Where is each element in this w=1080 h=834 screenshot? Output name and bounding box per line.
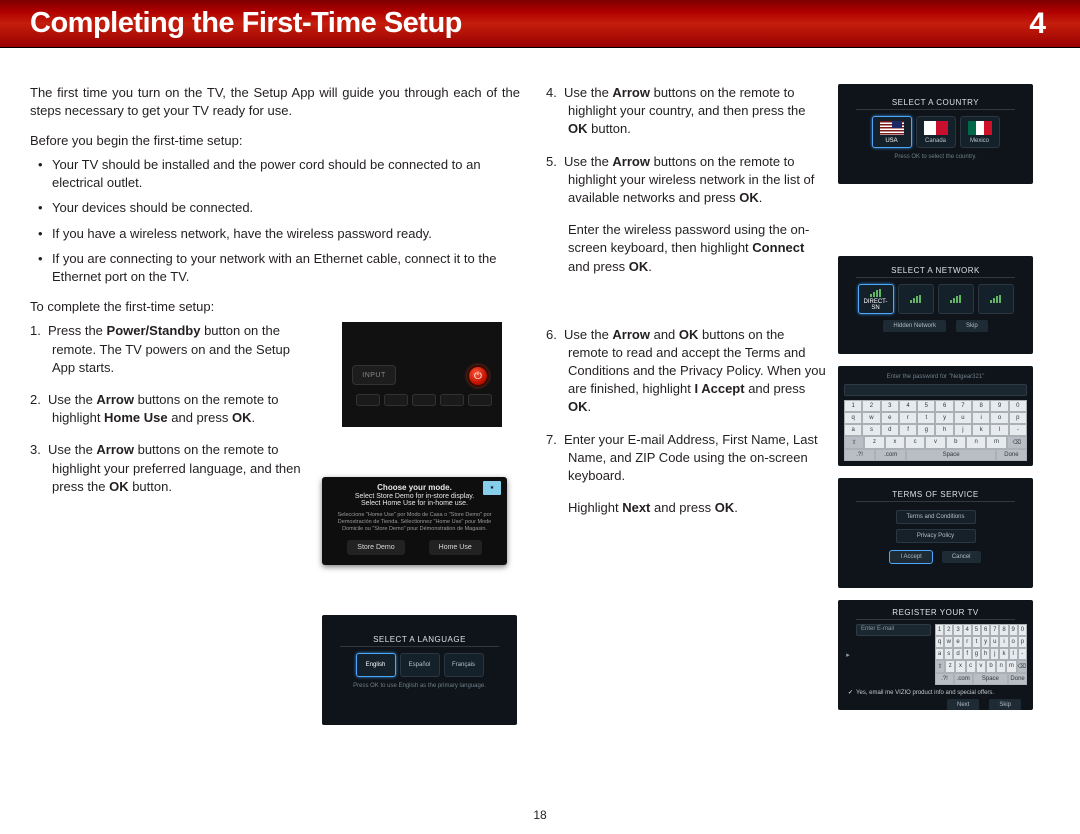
left-column: The first time you turn on the TV, the S…: [30, 84, 520, 725]
figure-register-tv: REGISTER YOUR TV ▸ Enter E-mail 12345678…: [838, 600, 1033, 710]
page-body: The first time you turn on the TV, the S…: [0, 48, 1080, 725]
figure-password-keyboard: Enter the password for "Netgear321" 1234…: [838, 366, 1033, 466]
figure-remote: INPUT: [322, 322, 517, 427]
flag-canada-icon: [924, 121, 948, 135]
figure-terms-of-service: TERMS OF SERVICE Terms and Conditions Pr…: [838, 478, 1033, 588]
before-begin-label: Before you begin the first-time setup:: [30, 133, 520, 148]
home-use-button: Home Use: [429, 540, 482, 555]
country-option-usa: USA: [872, 116, 912, 148]
intro-paragraph: The first time you turn on the TV, the S…: [30, 84, 520, 119]
wifi-icon: [910, 295, 921, 303]
network-option: [898, 284, 934, 314]
language-option-english: English: [356, 653, 396, 677]
onscreen-keyboard: 1234567890 qwertyuiop asdfghjkl- ⇧zxcvbn…: [844, 400, 1027, 461]
wifi-icon: [870, 289, 881, 297]
hidden-network-button: Hidden Network: [883, 320, 946, 332]
remote-input-button: INPUT: [352, 365, 396, 385]
wifi-icon: [950, 295, 961, 303]
steps-left: 1.Press the Power/Standby button on the …: [30, 322, 310, 496]
skip-button: Skip: [956, 320, 988, 332]
list-item: Your devices should be connected.: [52, 199, 520, 217]
step-1: 1.Press the Power/Standby button on the …: [52, 322, 310, 377]
password-field: [844, 384, 1027, 396]
next-button: Next: [947, 699, 979, 710]
right-column: 4.Use the Arrow buttons on the remote to…: [546, 84, 1036, 725]
network-option: [978, 284, 1014, 314]
network-option: [938, 284, 974, 314]
store-demo-button: Store Demo: [347, 540, 404, 555]
tos-terms-item: Terms and Conditions: [896, 510, 976, 524]
chevron-right-icon: ▸: [844, 651, 852, 659]
figure-select-network: SELECT A NETWORK DIRECT-SN Hidden Networ…: [838, 256, 1033, 354]
cancel-button: Cancel: [942, 551, 981, 563]
list-item: If you are connecting to your network wi…: [52, 250, 520, 285]
step-4: 4.Use the Arrow buttons on the remote to…: [568, 84, 826, 139]
figure-select-country: SELECT A COUNTRY USA Canada Mexico Press…: [838, 84, 1033, 184]
chapter-header: Completing the First-Time Setup 4: [0, 0, 1080, 48]
steps-right: 4.Use the Arrow buttons on the remote to…: [546, 84, 826, 517]
to-complete-label: To complete the first-time setup:: [30, 299, 520, 314]
prerequisite-list: Your TV should be installed and the powe…: [30, 156, 520, 285]
list-item: If you have a wireless network, have the…: [52, 225, 520, 243]
step-6: 6.Use the Arrow and OK buttons on the re…: [568, 326, 826, 417]
list-item: Your TV should be installed and the powe…: [52, 156, 520, 191]
language-option-spanish: Español: [400, 653, 440, 677]
i-accept-button: I Accept: [890, 551, 931, 563]
opt-in-checkbox: Yes, email me VIZIO product info and spe…: [848, 689, 1023, 696]
chapter-title: Completing the First-Time Setup: [30, 7, 462, 40]
left-figures: INPUT ★ Choose your mode. Select Store D…: [322, 322, 517, 725]
chapter-number: 4: [1029, 7, 1046, 41]
step-5: 5.Use the Arrow buttons on the remote to…: [568, 153, 826, 276]
language-option-french: Français: [444, 653, 484, 677]
page-number: 18: [0, 808, 1080, 822]
right-figures: SELECT A COUNTRY USA Canada Mexico Press…: [838, 84, 1033, 710]
figure-mode-select: ★ Choose your mode. Select Store Demo fo…: [322, 477, 507, 565]
energy-star-icon: ★: [483, 481, 501, 495]
step-2: 2.Use the Arrow buttons on the remote to…: [52, 391, 310, 427]
country-option-mexico: Mexico: [960, 116, 1000, 148]
tos-privacy-item: Privacy Policy: [896, 529, 976, 543]
flag-usa-icon: [880, 121, 904, 135]
flag-mexico-icon: [968, 121, 992, 135]
step-7: 7.Enter your E-mail Address, First Name,…: [568, 431, 826, 518]
skip-button: Skip: [989, 699, 1021, 710]
step-3: 3.Use the Arrow buttons on the remote to…: [52, 441, 310, 496]
country-option-canada: Canada: [916, 116, 956, 148]
email-field: Enter E-mail: [856, 624, 931, 636]
network-option-selected: DIRECT-SN: [858, 284, 894, 314]
wifi-icon: [990, 295, 1001, 303]
figure-select-language: SELECT A LANGUAGE English Español França…: [322, 615, 517, 725]
